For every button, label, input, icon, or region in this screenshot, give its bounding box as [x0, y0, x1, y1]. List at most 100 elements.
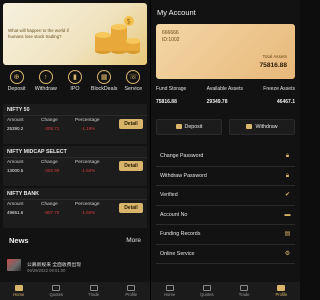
account-summary-card: 666666 ID:1002 Total Assets 75816.88 [156, 24, 295, 79]
quick-label: Withdraw [34, 86, 57, 92]
home-icon [14, 285, 23, 291]
stat-label: Freeze Assets [263, 86, 295, 92]
stat-label: Fund Storage [156, 86, 187, 92]
wallet-icon [246, 123, 253, 129]
quick-service[interactable]: ☏ Service [119, 70, 147, 98]
tab-label: Profile [125, 292, 138, 297]
menu-label: Withdraw Password [160, 172, 207, 179]
withdraw-icon: ↑ [38, 70, 53, 84]
document-icon: ▤ [284, 231, 291, 237]
profile-icon [277, 285, 286, 291]
tab-home[interactable]: Home [6, 285, 32, 297]
home-icon [165, 285, 174, 291]
withdraw-label: Withdraw [255, 124, 278, 130]
percentage-header: Percentage [75, 160, 100, 165]
account-screen: My Account 666666 ID:1002 Total Assets 7… [151, 0, 300, 300]
index-card-nifty-bank: NIFTY BANK Amount Change Percentage 4965… [3, 188, 147, 228]
svg-text:$: $ [127, 18, 131, 26]
tab-quotes[interactable]: Quotes [43, 285, 69, 297]
tab-label: Quotes [49, 292, 63, 297]
tab-profile[interactable]: Profile [268, 285, 294, 297]
percentage-value: -1.60% [81, 210, 96, 215]
detail-button[interactable]: Detail [119, 119, 143, 129]
withdraw-button[interactable]: Withdraw [229, 119, 295, 135]
promo-banner[interactable]: What will happen to the world if humans … [3, 3, 147, 65]
stat-freeze-assets: Freeze Assets 46467.1 [263, 86, 295, 110]
amount-value: 49651.6 [7, 210, 24, 215]
stat-fund-storage: Fund Storage 75816.88 [156, 86, 186, 110]
bottom-tab-bar: Home Quotes Trade Profile [0, 282, 150, 300]
menu-label: Change Password [160, 153, 204, 159]
index-name: NIFTY BANK [7, 191, 39, 197]
news-item[interactable]: 公募新规来 全面收费出现 09/29/2022 09:01:00 [3, 254, 147, 280]
coins-illustration: $ [95, 16, 140, 54]
wallet-icon [175, 123, 182, 129]
menu-label: Account No [160, 211, 188, 218]
tab-label: Home [164, 292, 176, 297]
menu-funding-records[interactable]: Funding Records ▤ [156, 225, 295, 245]
news-thumbnail [7, 259, 21, 271]
quick-block-deals[interactable]: ▦ BlockDeals [90, 70, 118, 98]
user-check-icon: ✔ [284, 192, 291, 198]
menu-label: Verified [160, 192, 178, 198]
quick-label: Deposit [7, 86, 26, 92]
index-name: NIFTY MIDCAP SELECT [7, 149, 67, 155]
quotes-icon [52, 285, 61, 291]
quick-label: Service [124, 86, 143, 92]
menu-account-no[interactable]: Account No ▬ [156, 206, 295, 225]
home-screen: What will happen to the world if humans … [0, 0, 150, 300]
amount-header: Amount [7, 202, 24, 207]
change-value: -305.71 [44, 126, 60, 131]
news-header: News More [0, 230, 150, 250]
quick-withdraw[interactable]: ↑ Withdraw [32, 70, 60, 98]
divider [3, 115, 147, 116]
quick-label: IPO [70, 86, 80, 92]
tab-label: Trade [238, 292, 250, 297]
menu-verified[interactable]: Verified ✔ [156, 186, 295, 206]
tab-label: Trade [88, 292, 100, 297]
change-header: Change [41, 118, 58, 123]
tab-label: Profile [275, 292, 288, 297]
block-deals-icon: ▦ [97, 70, 112, 84]
deposit-label: Deposit [184, 124, 203, 130]
tab-home[interactable]: Home [157, 285, 183, 297]
index-card-nifty-50: NIFTY 50 Amount Change Percentage 25390.… [3, 104, 147, 144]
menu-label: Funding Records [160, 231, 201, 237]
detail-button[interactable]: Detail [119, 161, 143, 171]
news-title: News [9, 236, 29, 245]
service-icon: ☏ [126, 70, 141, 84]
account-menu: Change Password 🔒︎ Withdraw Password 🔒︎ … [156, 147, 295, 264]
menu-online-service[interactable]: Online Service ⚙ [156, 245, 295, 264]
news-more-link[interactable]: More [126, 237, 141, 244]
trade-icon [89, 285, 98, 291]
menu-change-password[interactable]: Change Password 🔒︎ [156, 147, 295, 167]
gear-icon: ⚙ [284, 250, 291, 257]
change-value: -807.70 [44, 210, 60, 215]
ipo-icon: ▮ [67, 70, 82, 84]
trade-icon [240, 285, 249, 291]
deposit-button[interactable]: Deposit [156, 119, 222, 135]
change-value: -202.90 [44, 168, 60, 173]
tab-label: Quotes [200, 292, 214, 297]
tab-trade[interactable]: Trade [231, 285, 257, 297]
lock-icon: 🔒︎ [285, 172, 290, 179]
quick-links: ⊕ Deposit ↑ Withdraw ▮ IPO ▦ BlockDeals … [0, 70, 150, 98]
profile-icon [127, 285, 136, 291]
stat-available-assets: Available Assets 29349.78 [207, 86, 243, 110]
news-date: 09/29/2022 09:01:00 [27, 268, 66, 273]
tab-trade[interactable]: Trade [81, 285, 107, 297]
tab-quotes[interactable]: Quotes [194, 285, 220, 297]
amount-value: 13000.5 [7, 168, 24, 173]
menu-withdraw-password[interactable]: Withdraw Password 🔒︎ [156, 167, 295, 186]
banner-text: What will happen to the world if humans … [8, 28, 69, 39]
percentage-header: Percentage [75, 118, 100, 123]
quick-deposit[interactable]: ⊕ Deposit [3, 70, 31, 98]
asset-stats: Fund Storage 75816.88 Available Assets 2… [151, 86, 300, 110]
quick-ipo[interactable]: ▮ IPO [61, 70, 89, 98]
page-title: My Account [157, 8, 196, 17]
tab-profile[interactable]: Profile [118, 285, 144, 297]
percentage-value: -1.54% [81, 168, 96, 173]
detail-button[interactable]: Detail [119, 203, 143, 213]
deposit-icon: ⊕ [9, 70, 24, 84]
amount-value: 25390.2 [7, 126, 24, 131]
